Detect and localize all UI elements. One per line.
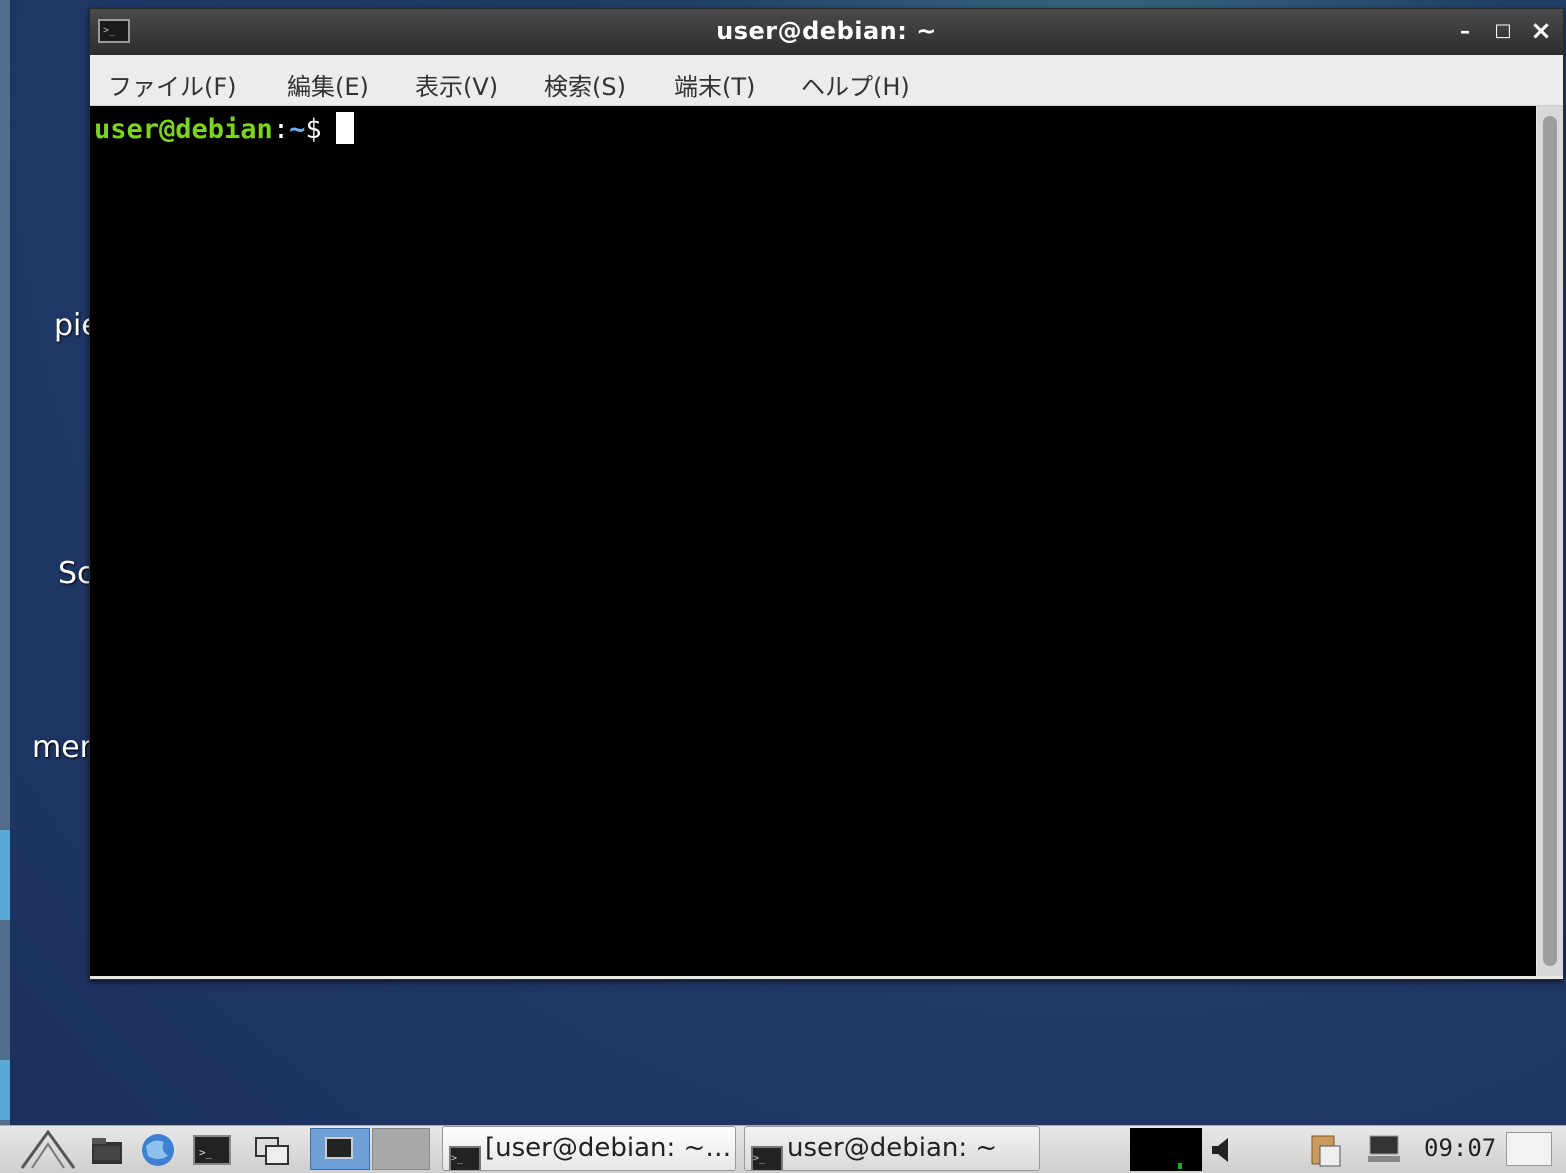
menu-help[interactable]: ヘルプ(H) — [801, 67, 910, 102]
workspace-1[interactable] — [310, 1128, 370, 1170]
menu-edit[interactable]: 編集(E) — [287, 67, 369, 102]
cpu-monitor — [1130, 1128, 1202, 1171]
left-panel-edge — [0, 0, 10, 1125]
volume-icon[interactable] — [1206, 1132, 1246, 1168]
minimize-button[interactable]: – — [1453, 19, 1477, 43]
clipboard-icon[interactable] — [1306, 1132, 1346, 1168]
menu-view[interactable]: 表示(V) — [415, 67, 498, 102]
terminal-window[interactable]: >_ user@debian: ~ – □ × ファイル(F) 編集(E) 表示… — [89, 8, 1564, 980]
menu-search[interactable]: 検索(S) — [544, 67, 626, 102]
left-panel-accent — [0, 830, 10, 920]
keyboard-layout-indicator[interactable] — [1506, 1132, 1552, 1166]
show-desktop-icon[interactable] — [252, 1132, 292, 1168]
shell-prompt: user@debian:~$ — [94, 112, 354, 145]
network-icon[interactable] — [1364, 1132, 1404, 1168]
left-panel-accent — [0, 1060, 10, 1120]
terminal-icon: >_ — [751, 1146, 783, 1170]
terminal-icon: >_ — [449, 1146, 481, 1170]
prompt-symbol: $ — [305, 114, 322, 145]
file-manager-icon[interactable] — [88, 1132, 128, 1168]
menu-terminal[interactable]: 端末(T) — [674, 67, 755, 102]
workspace-2[interactable] — [372, 1128, 430, 1170]
scrollbar-thumb[interactable] — [1543, 116, 1557, 966]
start-menu-icon[interactable] — [18, 1128, 78, 1172]
terminal-scrollbar[interactable] — [1537, 106, 1563, 976]
close-button[interactable]: × — [1529, 18, 1553, 44]
prompt-user-host: user@debian — [94, 114, 273, 145]
terminal-area[interactable]: user@debian:~$ — [90, 106, 1536, 976]
text-cursor — [335, 112, 354, 144]
prompt-path: ~ — [289, 114, 306, 145]
terminal-launcher-icon[interactable]: >_ — [192, 1132, 232, 1168]
window-titlebar[interactable]: >_ user@debian: ~ – □ × — [90, 9, 1563, 55]
taskbar: >_ >_ [user@debian: ~… >_ user@debian: ~ 0… — [0, 1125, 1566, 1173]
task-button-label: [user@debian: ~… — [485, 1133, 732, 1163]
task-button-label: user@debian: ~ — [787, 1133, 998, 1163]
menu-bar: ファイル(F) 編集(E) 表示(V) 検索(S) 端末(T) ヘルプ(H) — [90, 55, 1563, 106]
web-browser-icon[interactable] — [138, 1132, 178, 1168]
desktop-icon-label[interactable]: mer — [32, 730, 92, 765]
menu-file[interactable]: ファイル(F) — [108, 67, 237, 102]
maximize-button[interactable]: □ — [1491, 19, 1515, 43]
window-title: user@debian: ~ — [716, 17, 937, 45]
task-button[interactable]: >_ user@debian: ~ — [744, 1126, 1040, 1171]
svg-text:>_: >_ — [199, 1146, 213, 1159]
prompt-separator: : — [272, 114, 290, 145]
clock[interactable]: 09:07 — [1424, 1134, 1496, 1162]
workspace-window-thumb — [325, 1137, 353, 1159]
task-button[interactable]: >_ [user@debian: ~… — [442, 1126, 736, 1171]
